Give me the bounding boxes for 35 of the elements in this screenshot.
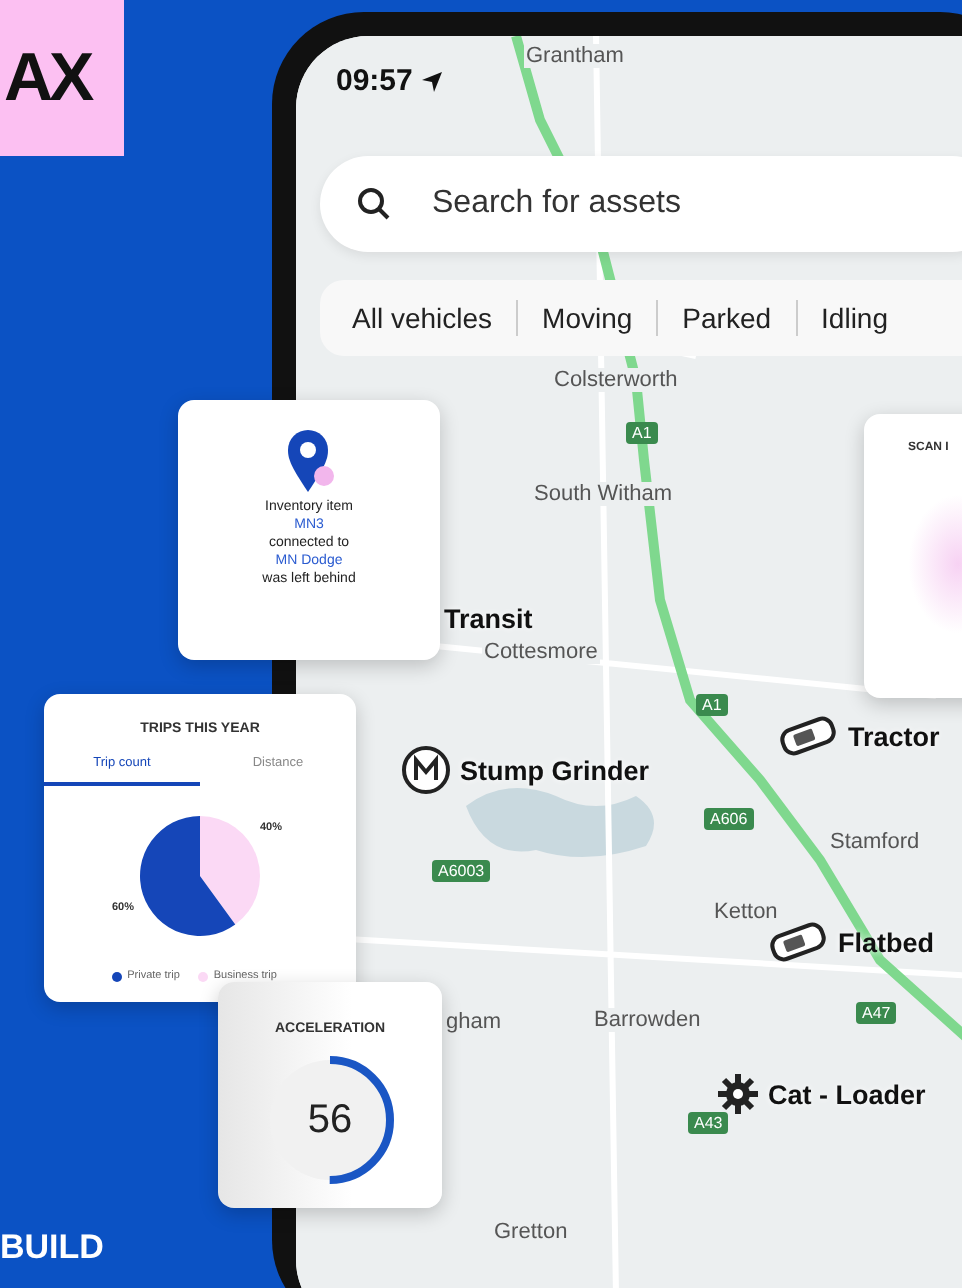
road-number: A1 [696,694,728,716]
place-label: Cottesmore [482,640,600,664]
place-label: gham [444,1010,504,1034]
gear-icon[interactable] [716,1072,760,1116]
road-number: A47 [856,1002,897,1024]
asset-label[interactable]: Tractor [848,721,940,751]
search-field[interactable]: Search for assets [320,156,962,252]
place-label: Barrowden [592,1008,703,1032]
place-label: Grantham [524,44,626,68]
road-number: A1 [626,422,658,444]
gauge-value: 56 [307,1097,353,1143]
place-label: Stamford [828,830,922,854]
location-pin-icon [283,428,335,496]
asset-label[interactable]: Cat - Loader [768,1079,926,1109]
road-number: A6003 [432,860,491,882]
asset-label[interactable]: Transit [444,604,533,634]
location-arrow-icon [420,69,445,93]
filter-tab[interactable]: All vehicles [328,294,517,342]
logo: AX [0,0,124,156]
legend-dot [197,971,208,981]
status-time: 09:57 [336,64,413,98]
place-label: Ketton [712,900,780,924]
asset-label[interactable]: Flatbed [838,927,935,957]
search-icon [356,186,392,222]
filter-tab[interactable]: Moving [518,294,657,342]
road-number: A43 [688,1112,729,1134]
filter-tab[interactable]: Parked [658,294,796,342]
place-label: Gretton [492,1220,570,1244]
tagline: BUILD [0,1228,104,1268]
place-label: South Witham [532,482,675,506]
place-label: Colsterworth [552,368,680,392]
filter-tab[interactable]: Idling [797,294,912,342]
road-number: A606 [704,808,754,830]
asset-label[interactable]: Stump Grinder [460,755,650,785]
legend-dot [111,971,122,981]
